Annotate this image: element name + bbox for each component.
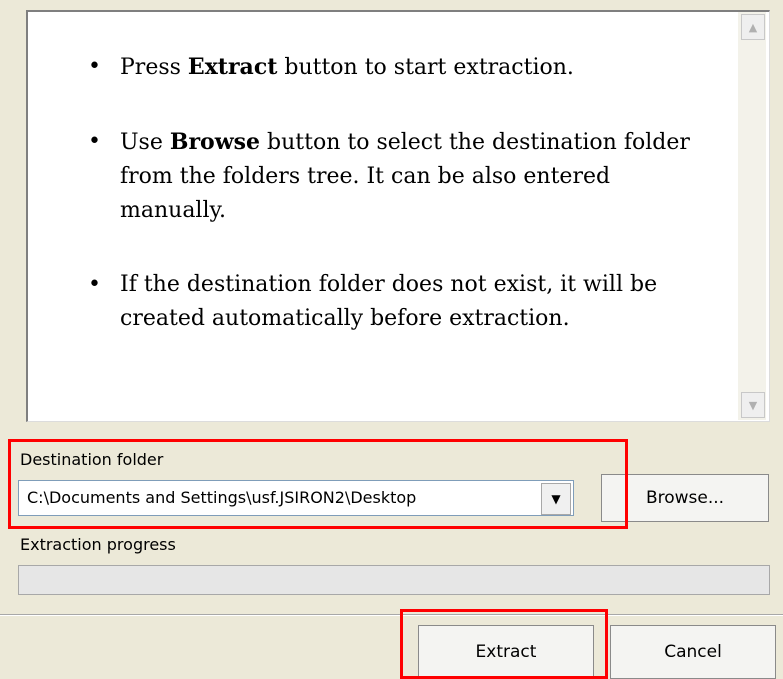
extract-highlight bbox=[400, 609, 608, 679]
bullet1-bold: Extract bbox=[187, 54, 278, 80]
cancel-button[interactable]: Cancel bbox=[610, 625, 776, 679]
bullet1-post: button to start extraction. bbox=[277, 55, 574, 80]
extraction-progress-label: Extraction progress bbox=[20, 535, 176, 554]
bullet3-text: If the destination folder does not exist… bbox=[120, 272, 658, 331]
destination-highlight bbox=[8, 439, 628, 529]
extraction-progress-bar bbox=[18, 565, 770, 595]
bullet-dot: • bbox=[88, 129, 101, 154]
info-bullet: • Press Extract button to start extracti… bbox=[80, 50, 700, 85]
scroll-down-arrow-icon[interactable]: ▼ bbox=[741, 392, 765, 418]
info-bullet: • Use Browse button to select the destin… bbox=[80, 125, 700, 228]
scroll-up-arrow-icon[interactable]: ▲ bbox=[741, 14, 765, 40]
info-text: • Press Extract button to start extracti… bbox=[80, 50, 700, 376]
info-bullet: • If the destination folder does not exi… bbox=[80, 268, 700, 336]
bullet2-pre: Use bbox=[120, 130, 170, 155]
separator bbox=[0, 614, 783, 616]
bullet-dot: • bbox=[88, 272, 101, 297]
bullet2-bold: Browse bbox=[169, 129, 261, 155]
bullet1-pre: Press bbox=[120, 55, 188, 80]
info-scrollbar[interactable]: ▲ ▼ bbox=[738, 12, 766, 420]
bullet-dot: • bbox=[88, 54, 101, 79]
